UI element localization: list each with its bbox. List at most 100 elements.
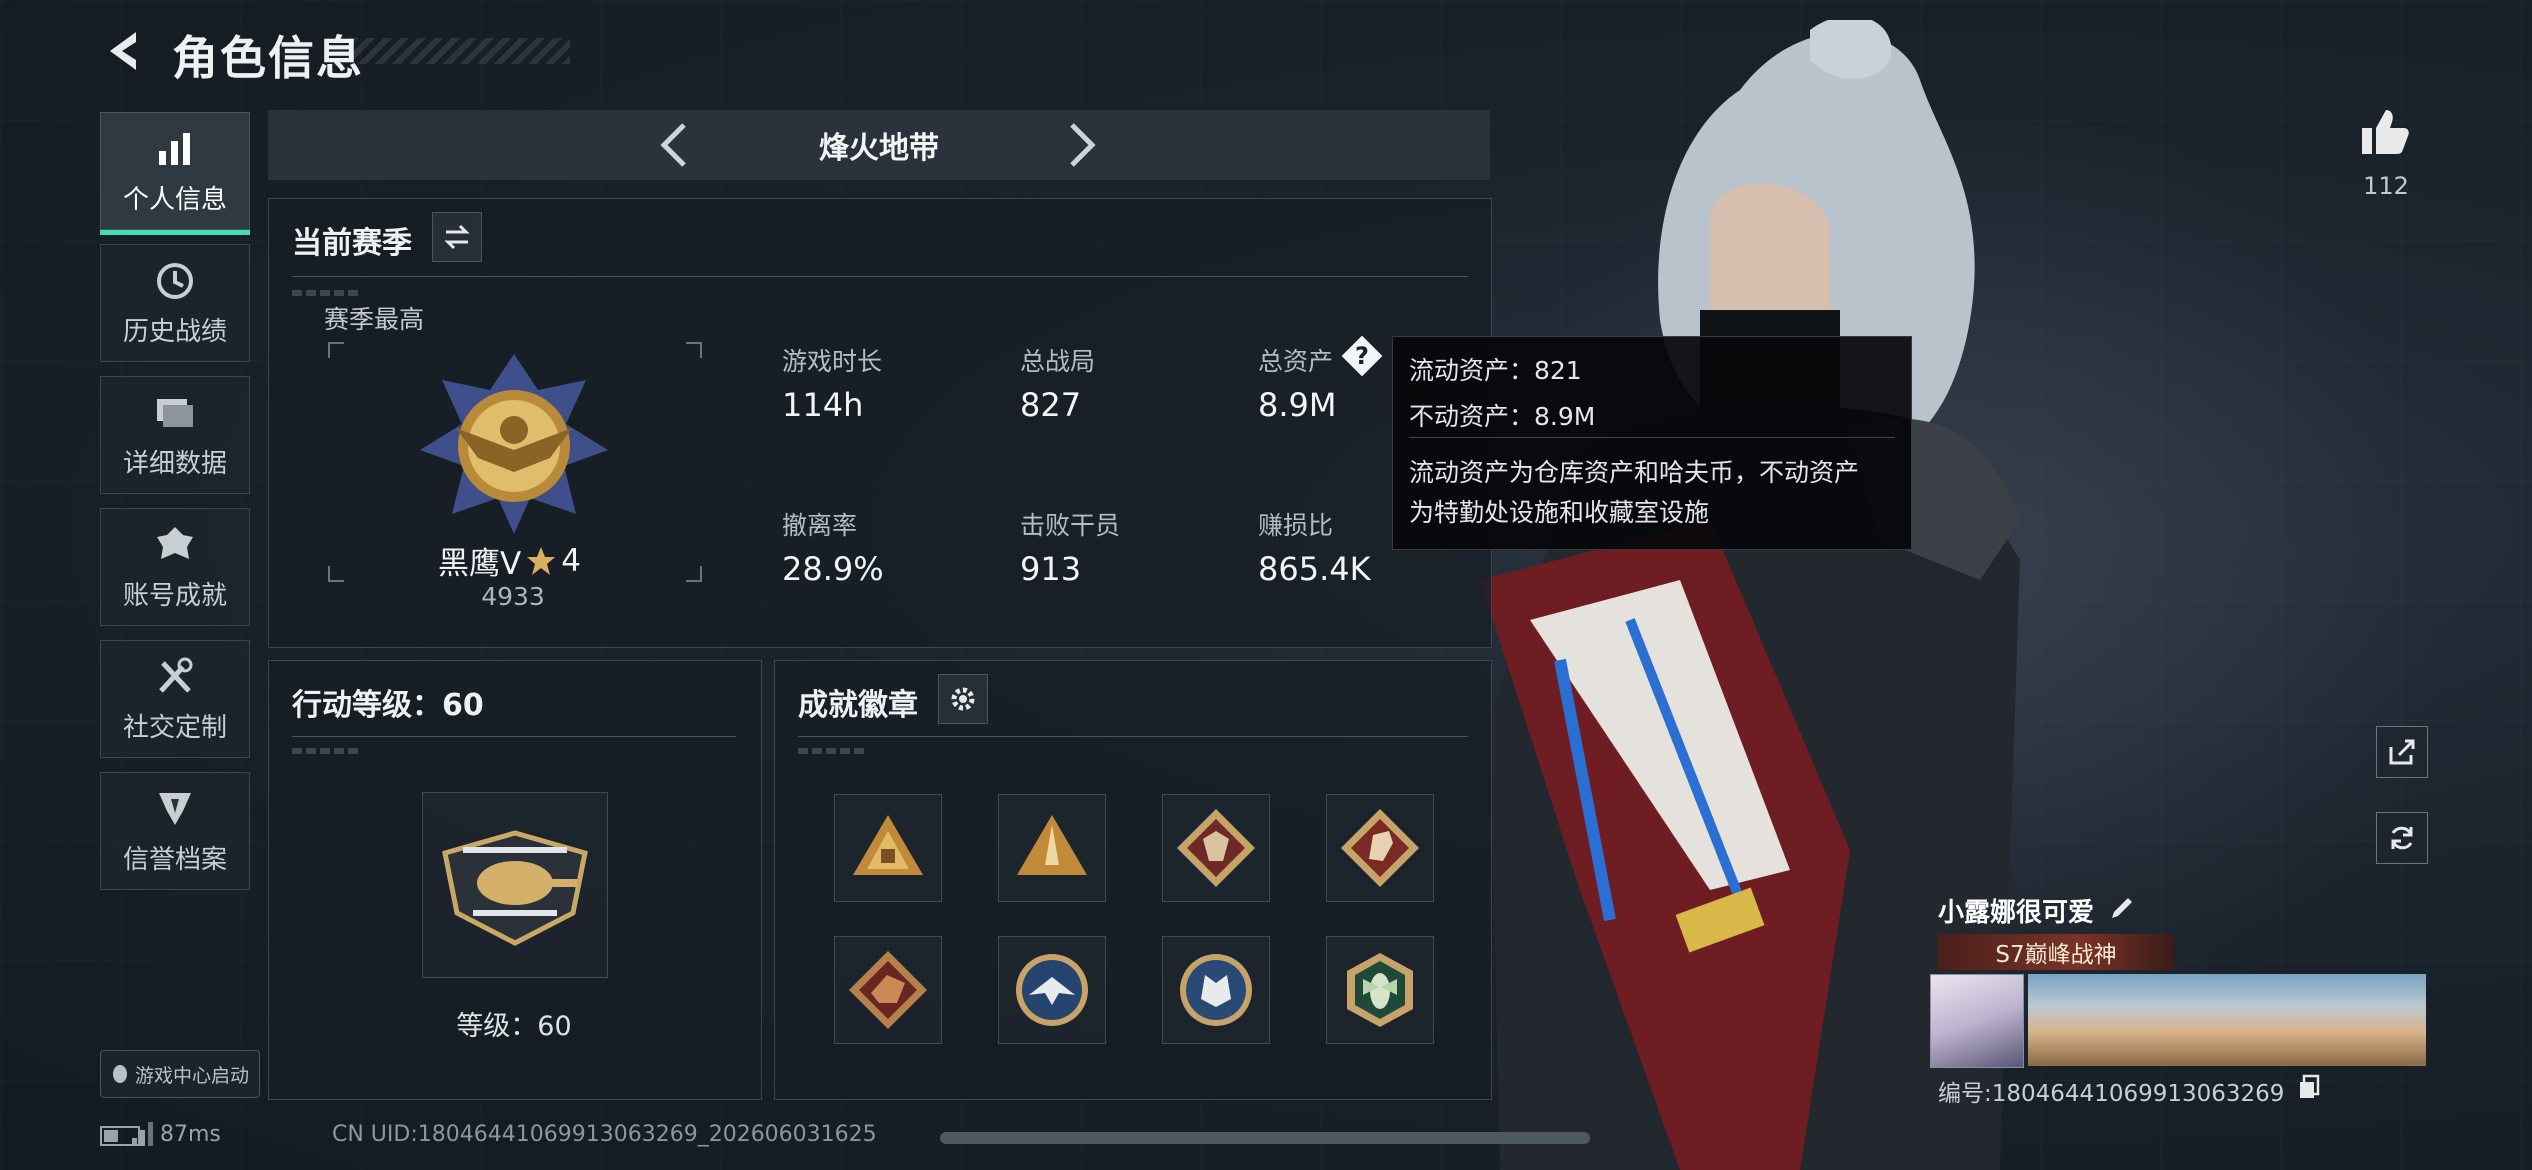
shield-icon xyxy=(159,792,191,825)
player-title-badge: S7巅峰战神 xyxy=(1938,934,2174,970)
achievement-badge-2[interactable] xyxy=(998,794,1106,902)
sidebar-item-label: 账号成就 xyxy=(122,580,227,611)
season-switch-button[interactable] xyxy=(432,212,482,262)
achievement-badge-4[interactable] xyxy=(1326,794,1434,902)
like-count: 112 xyxy=(2363,172,2409,200)
rank-title: 黑鹰V 4 xyxy=(438,538,598,583)
chevron-right-icon[interactable] xyxy=(1052,117,1108,173)
divider-marks xyxy=(292,748,362,754)
sidebar-item-history[interactable]: 历史战绩 xyxy=(100,244,250,362)
stat-label-total-assets: 总资产 xyxy=(1258,347,1334,376)
star-icon xyxy=(527,546,556,575)
bar-chart-icon xyxy=(159,132,190,165)
player-name: 小露娜很可爱 xyxy=(1938,892,2094,929)
achievement-badge-3[interactable] xyxy=(1162,794,1270,902)
achievement-badge-8[interactable] xyxy=(1326,936,1434,1044)
scrollbar[interactable] xyxy=(940,1132,1590,1144)
sidebar-item-label: 信誉档案 xyxy=(122,844,227,875)
tooltip-divider xyxy=(1409,437,1895,438)
sidebar-item-achievements[interactable]: 账号成就 xyxy=(100,508,250,626)
action-level-heading: 行动等级：60 xyxy=(292,688,484,723)
player-id: 编号:1804644106991306326​9 xyxy=(1938,1074,2284,1108)
stat-label-play-time: 游戏时长 xyxy=(782,347,883,376)
rank-stars: 4 xyxy=(561,542,581,579)
season-divider xyxy=(292,276,1468,277)
signal-icon xyxy=(132,1122,153,1146)
dragon-diamond-badge-icon xyxy=(849,951,927,1029)
avatar[interactable] xyxy=(1930,974,2024,1068)
sidebar-item-label: 历史战绩 xyxy=(122,316,227,347)
stat-label-total-matches: 总战局 xyxy=(1020,347,1096,376)
achievement-badge-1[interactable] xyxy=(834,794,942,902)
swap-icon xyxy=(444,224,470,250)
stat-value-total-matches: 827 xyxy=(1020,386,1082,424)
launch-label: 游戏中心启动 xyxy=(134,1064,249,1087)
footer-uid: CN UID:1804644106991306326​9_20260603162… xyxy=(332,1122,877,1147)
stat-value-play-time: 114h xyxy=(782,386,864,424)
stat-label-extraction-rate: 撤离率 xyxy=(782,511,858,540)
eagle-round-badge-icon xyxy=(1016,954,1088,1026)
edit-pencil-icon[interactable] xyxy=(2108,894,2136,922)
sidebar-item-personal-info[interactable]: 个人信息 xyxy=(100,112,250,235)
badges-settings-button[interactable] xyxy=(938,674,988,724)
clock-icon xyxy=(157,262,193,299)
action-level-divider xyxy=(292,736,736,737)
profile-banner xyxy=(2028,974,2426,1066)
season-best-label: 赛季最高 xyxy=(324,305,425,334)
share-icon xyxy=(2389,739,2415,765)
achievement-badge-6[interactable] xyxy=(998,936,1106,1044)
badges-heading: 成就徽章 xyxy=(798,688,918,723)
stat-label-operators-defeated: 击败干员 xyxy=(1020,511,1121,540)
refresh-icon xyxy=(2391,826,2413,850)
tooltip-description-line-2: 为特勤处设施和收藏室设施 xyxy=(1409,498,1710,527)
help-icon[interactable]: ? xyxy=(1344,338,1380,374)
stat-value-total-assets: 8.9M xyxy=(1258,386,1337,424)
stat-value-extraction-rate: 28.9% xyxy=(782,550,884,588)
achievement-badge-5[interactable] xyxy=(834,936,942,1044)
badges-divider xyxy=(798,736,1468,737)
action-level-emblem-frame xyxy=(422,792,608,978)
divider-marks xyxy=(292,290,362,296)
network-ping: 87ms xyxy=(160,1122,221,1147)
mode-label: 烽火地带 xyxy=(819,131,939,166)
copy-icon[interactable] xyxy=(2298,1074,2320,1100)
tooltip-description-line-1: 流动资产为仓库资产和哈夫币，不动资产 xyxy=(1409,458,1860,487)
wolf-round-badge-icon xyxy=(1180,954,1252,1026)
sidebar-item-social[interactable]: 社交定制 xyxy=(100,640,250,758)
sidebar-item-label: 详细数据 xyxy=(122,448,227,479)
action-level-text: 等级：60 xyxy=(456,1011,572,1042)
stat-value-profit-loss-ratio: 865.4K xyxy=(1258,550,1371,588)
divider-marks xyxy=(798,748,868,754)
tooltip-fixed-assets: 不动资产：8.9M xyxy=(1409,402,1596,431)
gear-icon xyxy=(951,687,975,711)
season-heading: 当前赛季 xyxy=(292,226,412,261)
sidebar-item-detailed-data[interactable]: 详细数据 xyxy=(100,376,250,494)
refresh-button[interactable] xyxy=(2376,812,2428,864)
title-decoration xyxy=(350,38,570,64)
helicopter-badge-icon xyxy=(442,830,588,946)
sidebar-item-reputation[interactable]: 信誉档案 xyxy=(100,772,250,890)
medal-icon xyxy=(157,526,193,559)
player-name-text: 小露娜很可爱 xyxy=(1938,898,2095,928)
triangle-rocket-badge-icon xyxy=(1017,815,1087,875)
share-button[interactable] xyxy=(2376,726,2428,778)
player-id-text: 编号:1804644106991306326​9 xyxy=(1938,1081,2285,1107)
sidebar-item-label: 个人信息 xyxy=(122,184,227,215)
thumbs-up-icon[interactable] xyxy=(2356,104,2412,160)
penguin-icon xyxy=(112,1065,127,1083)
hornet-hex-badge-icon xyxy=(1347,953,1413,1027)
black-hawk-rank-emblem-icon xyxy=(420,354,608,534)
game-center-launch-button[interactable]: 游戏中心启动 xyxy=(100,1050,260,1098)
tooltip-liquid-assets: 流动资产：821 xyxy=(1409,356,1582,385)
back-arrow-icon[interactable] xyxy=(100,26,150,76)
tools-icon xyxy=(159,657,193,693)
horse-diamond-badge-icon xyxy=(1341,809,1419,887)
wolf-diamond-badge-icon xyxy=(1177,809,1255,887)
triangle-badge-icon xyxy=(853,815,923,875)
stat-label-profit-loss-ratio: 赚损比 xyxy=(1258,511,1334,540)
stat-value-operators-defeated: 913 xyxy=(1020,550,1082,588)
achievement-badge-7[interactable] xyxy=(1162,936,1270,1044)
sidebar-item-label: 社交定制 xyxy=(122,712,227,743)
rank-points: 4933 xyxy=(481,582,545,611)
page-title: 角色信息 xyxy=(172,31,364,85)
